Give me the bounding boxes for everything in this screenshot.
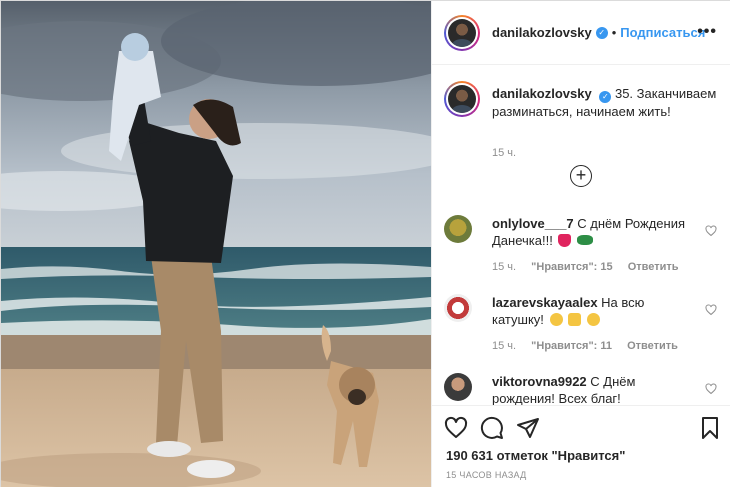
beach-photo: [1, 1, 431, 487]
load-more-comments-button[interactable]: +: [570, 165, 592, 187]
comment-like-heart-icon[interactable]: [705, 383, 717, 395]
comment-likes[interactable]: "Нравится": 15: [531, 261, 612, 273]
smile-emoji-icon: [586, 313, 600, 326]
caption-avatar-image: [448, 85, 476, 113]
more-options-icon[interactable]: •••: [697, 23, 717, 41]
post-header: danilakozlovsky ✓ • Подписаться •••: [432, 1, 730, 65]
comment-meta: 15 ч. "Нравится": 11 Ответить: [492, 340, 690, 352]
heart-emoji-icon: [558, 234, 572, 247]
post-author-username[interactable]: danilakozlovsky: [492, 25, 592, 40]
comment-text: viktorovna9922 С Днём рождения! Всех бла…: [492, 373, 697, 405]
post-date[interactable]: 15 ЧАСОВ НАЗАД: [446, 470, 527, 480]
likes-count[interactable]: 190 631 отметок "Нравится": [446, 448, 625, 463]
post-footer: 190 631 отметок "Нравится" 15 ЧАСОВ НАЗА…: [432, 405, 730, 487]
paper-plane-icon[interactable]: [516, 416, 540, 440]
comment-like-heart-icon[interactable]: [705, 304, 717, 316]
clap-emoji-icon: [549, 313, 563, 326]
comment-time[interactable]: 15 ч.: [492, 340, 516, 352]
avatar-image: [448, 18, 476, 47]
comment-username[interactable]: onlylove___7: [492, 216, 574, 231]
caption-avatar[interactable]: [444, 81, 480, 117]
instagram-post: danilakozlovsky ✓ • Подписаться ••• dani…: [0, 0, 730, 487]
bookmark-icon[interactable]: [698, 416, 722, 440]
caption-avatar-inner: [446, 83, 478, 115]
comment-avatar[interactable]: [444, 294, 472, 322]
comment-text: onlylove___7 С днём Рождения Данечка!!!: [492, 215, 697, 249]
caption-verified-badge-icon: ✓: [599, 91, 612, 103]
comment-reply-button[interactable]: Ответить: [627, 340, 678, 352]
comments-list[interactable]: danilakozlovsky ✓ 35. Заканчиваем размин…: [432, 65, 730, 405]
avatar[interactable]: [444, 14, 480, 51]
comment-likes[interactable]: "Нравится": 11: [531, 340, 612, 352]
thumbs-up-emoji-icon: [568, 313, 582, 326]
comment-icon[interactable]: [480, 416, 504, 440]
comment-avatar[interactable]: [444, 215, 472, 243]
avatar-inner: [446, 16, 478, 49]
post-photo[interactable]: [1, 1, 431, 487]
comment-time[interactable]: 15 ч.: [492, 261, 516, 273]
verified-badge-icon: ✓: [595, 26, 608, 39]
caption-time[interactable]: 15 ч.: [492, 147, 516, 159]
header-separator: •: [611, 25, 617, 40]
follow-button[interactable]: Подписаться: [620, 25, 705, 40]
caption-username[interactable]: danilakozlovsky: [492, 86, 592, 101]
caption-text: danilakozlovsky ✓ 35. Заканчиваем размин…: [492, 85, 719, 120]
comment-avatar[interactable]: [444, 373, 472, 401]
comment-reply-button[interactable]: Ответить: [628, 261, 679, 273]
heart-icon[interactable]: [444, 416, 468, 440]
comment-username[interactable]: viktorovna9922: [492, 374, 587, 389]
post-side-panel: danilakozlovsky ✓ • Подписаться ••• dani…: [431, 1, 730, 487]
car-emoji-icon: [577, 235, 594, 245]
comment-meta: 15 ч. "Нравится": 15 Ответить: [492, 261, 691, 273]
comment-username[interactable]: lazarevskayaalex: [492, 295, 598, 310]
comment-like-heart-icon[interactable]: [705, 225, 717, 237]
action-bar: [444, 416, 722, 442]
comment-text: lazarevskayaalex На всю катушку!: [492, 294, 697, 328]
